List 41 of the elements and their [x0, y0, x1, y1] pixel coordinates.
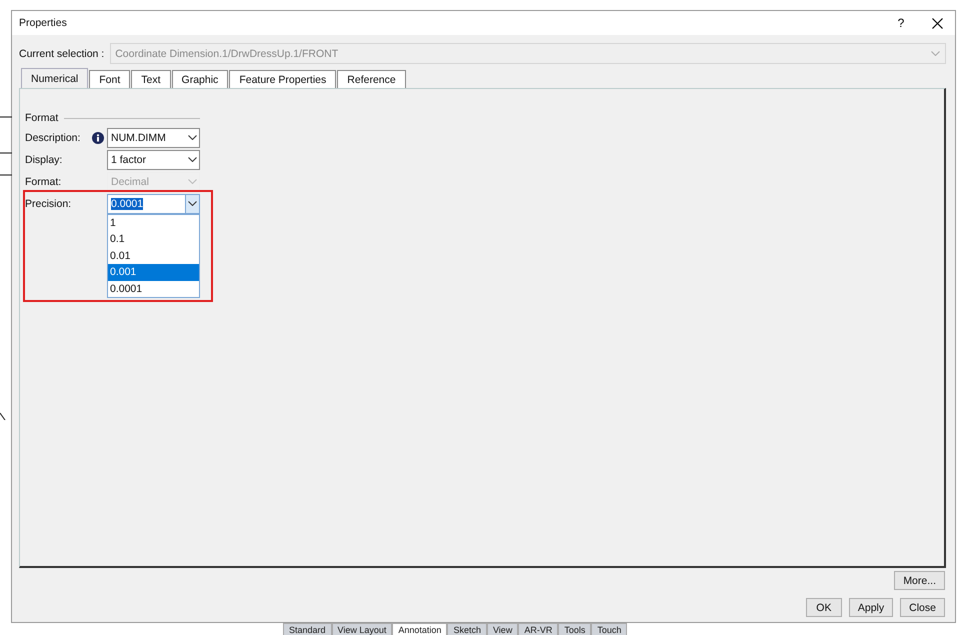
workbench-tab[interactable]: Tools — [558, 623, 592, 635]
chevron-down-icon — [188, 135, 197, 140]
workbench-tab[interactable]: Sketch — [447, 623, 487, 635]
help-button[interactable]: ? — [883, 11, 919, 35]
group-title: Format — [25, 112, 58, 124]
field-label: Format: — [25, 176, 62, 188]
info-icon — [92, 132, 104, 144]
chevron-down-icon — [188, 157, 197, 162]
workbench-tab[interactable]: View Layout — [332, 623, 392, 635]
dropdown-option[interactable]: 0.1 — [108, 231, 199, 248]
tab[interactable]: Feature Properties — [229, 70, 336, 88]
tab[interactable]: Font — [89, 70, 130, 88]
workbench-tab[interactable]: View — [486, 623, 518, 635]
field-label: Description: — [25, 132, 82, 144]
workbench-tab[interactable]: AR-VR — [518, 623, 558, 635]
close-icon — [932, 18, 942, 28]
workbench-tab[interactable]: Touch — [591, 623, 628, 635]
dialog-button[interactable]: Close — [900, 598, 945, 617]
chevron-down-icon — [188, 179, 197, 184]
dropdown-field[interactable]: 1 factor — [107, 150, 200, 170]
workbench-tab[interactable]: Annotation — [392, 623, 448, 635]
field-label: Precision: — [25, 198, 72, 210]
tab[interactable]: Reference — [337, 70, 406, 88]
dropdown-option[interactable]: 1 — [108, 214, 199, 231]
dropdown-option[interactable]: 0.01 — [108, 248, 199, 264]
chevron-down-icon — [931, 51, 940, 56]
dropdown-option[interactable]: 0.0001 — [108, 280, 199, 297]
dropdown-field[interactable]: 0.0001 — [107, 194, 200, 214]
tab[interactable]: Numerical — [21, 68, 88, 88]
window-title: Properties — [19, 17, 68, 29]
tab[interactable]: Graphic — [172, 70, 228, 88]
dropdown-option[interactable]: 0.001 — [108, 264, 199, 280]
more-button[interactable]: More... — [894, 571, 945, 590]
chevron-down-icon — [188, 201, 197, 206]
workbench-tab[interactable]: Standard — [283, 623, 332, 635]
dropdown-field[interactable]: NUM.DIMM — [107, 128, 200, 148]
dialog-button[interactable]: Apply — [848, 598, 894, 617]
dialog-button[interactable]: OK — [806, 598, 842, 617]
field-label: Display: — [25, 154, 64, 166]
current-selection-label: Current selection : — [19, 48, 104, 60]
tab[interactable]: Text — [131, 70, 171, 88]
